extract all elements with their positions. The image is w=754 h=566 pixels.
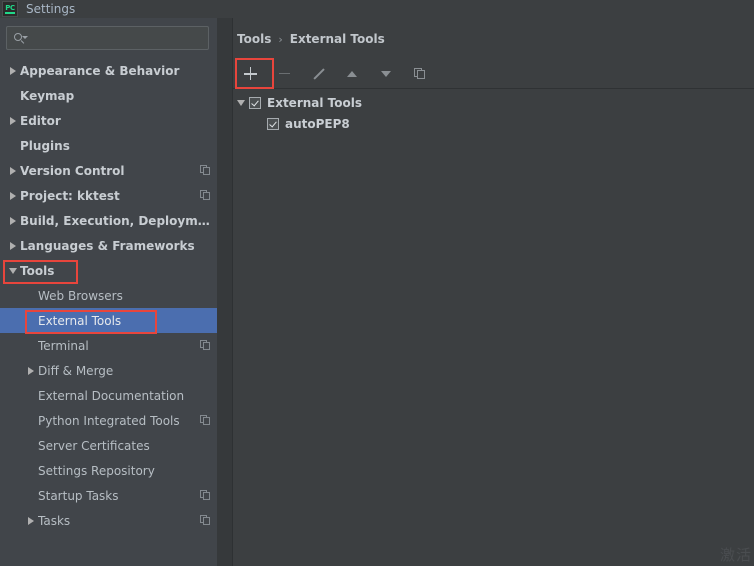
sidebar-item-label: Web Browsers	[38, 288, 123, 303]
sidebar-item-label: Version Control	[20, 163, 125, 178]
external-tools-tree: External Tools autoPEP8	[233, 89, 754, 134]
copy-icon	[414, 67, 426, 80]
project-scope-icon	[200, 340, 211, 351]
sidebar-item-label: Project: kktest	[20, 188, 120, 203]
sidebar-item-startup-tasks[interactable]: Startup Tasks	[0, 483, 217, 508]
chevron-right-icon[interactable]	[6, 216, 20, 225]
settings-category-tree: Appearance & Behavior Keymap Editor Plugins…	[0, 56, 217, 533]
tree-item-autopep8[interactable]: autoPEP8	[233, 113, 754, 134]
breadcrumb-current: External Tools	[289, 32, 385, 46]
sidebar-item-label: Keymap	[20, 88, 75, 103]
sidebar-item-label: Startup Tasks	[38, 488, 119, 503]
sidebar-item-label: Python Integrated Tools	[38, 413, 180, 428]
chevron-right-icon[interactable]	[6, 66, 20, 75]
tree-group-external-tools[interactable]: External Tools	[233, 92, 754, 113]
sidebar-item-diff-merge[interactable]: Diff & Merge	[0, 358, 217, 383]
project-scope-icon	[200, 190, 211, 201]
sidebar-item-label: Diff & Merge	[38, 363, 114, 378]
chevron-right-icon[interactable]	[6, 116, 20, 125]
project-scope-icon	[200, 490, 211, 501]
pycharm-logo-icon: PC	[2, 1, 18, 17]
sidebar-item-keymap[interactable]: Keymap	[0, 83, 217, 108]
move-up-button	[335, 59, 369, 88]
group-checkbox[interactable]	[249, 96, 261, 109]
pencil-icon	[311, 67, 325, 81]
sidebar-item-project-kktest[interactable]: Project: kktest	[0, 183, 217, 208]
sidebar-item-editor[interactable]: Editor	[0, 108, 217, 133]
sidebar-item-label: Editor	[20, 113, 61, 128]
sidebar-item-plugins[interactable]: Plugins	[0, 133, 217, 158]
edit-button	[301, 59, 335, 88]
pycharm-logo-text: PC	[5, 3, 15, 12]
settings-search-box[interactable]	[6, 26, 209, 50]
chevron-right-icon[interactable]	[6, 191, 20, 200]
breadcrumb-separator-icon: ›	[278, 32, 283, 46]
breadcrumb-parent[interactable]: Tools	[237, 32, 271, 46]
sidebar-item-label: Settings Repository	[38, 463, 155, 478]
sidebar-item-version-control[interactable]: Version Control	[0, 158, 217, 183]
settings-body: Appearance & Behavior Keymap Editor Plugins…	[0, 18, 754, 566]
minus-icon	[278, 72, 290, 75]
watermark-text: 激活	[719, 546, 752, 564]
add-button[interactable]	[233, 59, 267, 88]
sidebar-item-label: External Documentation	[38, 388, 185, 403]
sidebar-item-python-integrated-tools[interactable]: Python Integrated Tools	[0, 408, 217, 433]
plus-icon	[243, 67, 257, 80]
arrow-up-icon	[347, 70, 357, 77]
sidebar-item-build-execution-deployment[interactable]: Build, Execution, Deployment	[0, 208, 217, 233]
sidebar-item-label: Appearance & Behavior	[20, 63, 180, 78]
sidebar-item-languages-frameworks[interactable]: Languages & Frameworks	[0, 233, 217, 258]
chevron-right-icon[interactable]	[24, 516, 38, 525]
chevron-right-icon[interactable]	[24, 366, 38, 375]
move-down-button	[369, 59, 403, 88]
sidebar-item-appearance-behavior[interactable]: Appearance & Behavior	[0, 58, 217, 83]
sidebar-item-label: Tools	[20, 263, 55, 278]
item-label: autoPEP8	[285, 116, 350, 131]
pane-splitter[interactable]	[217, 18, 233, 566]
sidebar-item-web-browsers[interactable]: Web Browsers	[0, 283, 217, 308]
sidebar-item-tasks[interactable]: Tasks	[0, 508, 217, 533]
search-icon	[13, 31, 28, 45]
settings-sidebar: Appearance & Behavior Keymap Editor Plugins…	[0, 18, 217, 566]
settings-detail-pane: Tools › External Tools External Tools au…	[233, 18, 754, 566]
sidebar-item-label: Languages & Frameworks	[20, 238, 195, 253]
remove-button	[267, 59, 301, 88]
project-scope-icon	[200, 515, 211, 526]
arrow-down-icon	[381, 70, 391, 77]
external-tools-toolbar	[233, 58, 754, 89]
chevron-down-icon[interactable]	[6, 267, 20, 274]
project-scope-icon	[200, 165, 211, 176]
sidebar-item-settings-repository[interactable]: Settings Repository	[0, 458, 217, 483]
sidebar-item-external-documentation[interactable]: External Documentation	[0, 383, 217, 408]
group-label: External Tools	[267, 95, 362, 110]
window-title-bar: PC Settings	[0, 0, 754, 18]
sidebar-item-label: Terminal	[38, 338, 89, 353]
copy-button	[403, 59, 437, 88]
breadcrumb: Tools › External Tools	[233, 18, 754, 48]
search-input[interactable]	[27, 30, 202, 46]
chevron-right-icon[interactable]	[6, 166, 20, 175]
sidebar-item-label: Server Certificates	[38, 438, 150, 453]
sidebar-item-external-tools[interactable]: External Tools	[0, 308, 217, 333]
sidebar-item-label: Build, Execution, Deployment	[20, 213, 211, 228]
sidebar-item-label: Plugins	[20, 138, 70, 153]
item-checkbox[interactable]	[267, 117, 279, 130]
expand-collapse-icon[interactable]	[233, 99, 249, 106]
sidebar-item-terminal[interactable]: Terminal	[0, 333, 217, 358]
sidebar-item-label: Tasks	[38, 513, 71, 528]
sidebar-item-tools[interactable]: Tools	[0, 258, 217, 283]
project-scope-icon	[200, 415, 211, 426]
chevron-right-icon[interactable]	[6, 241, 20, 250]
window-title: Settings	[26, 2, 76, 16]
sidebar-item-server-certificates[interactable]: Server Certificates	[0, 433, 217, 458]
sidebar-item-label: External Tools	[38, 313, 122, 328]
